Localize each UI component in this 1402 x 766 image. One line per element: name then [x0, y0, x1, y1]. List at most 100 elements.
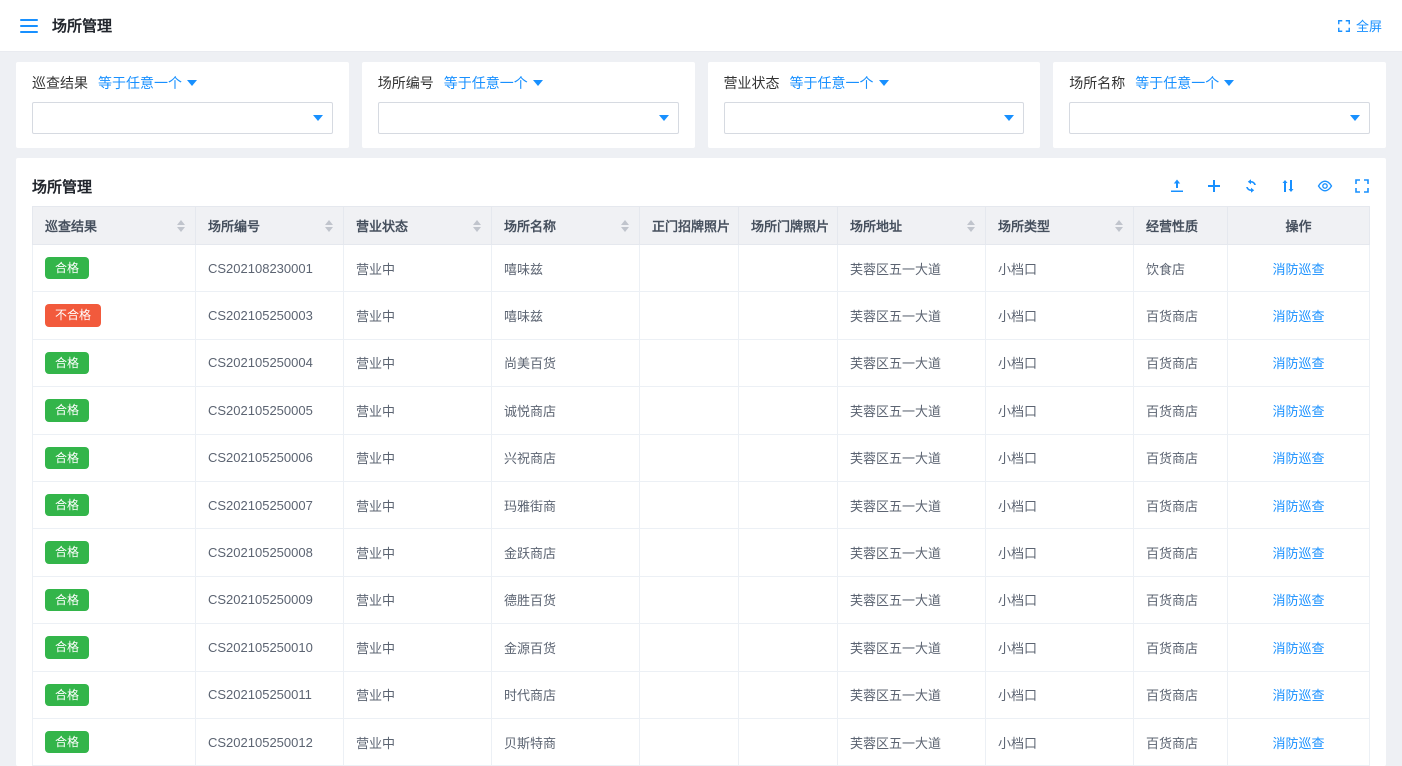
filter-operator-button[interactable]: 等于任意一个: [1135, 73, 1234, 93]
filter-operator-label: 等于任意一个: [790, 73, 874, 93]
table-row: 合格CS202105250006营业中兴祝商店芙蓉区五一大道小档口百货商店消防巡…: [33, 434, 1370, 481]
filter-select-input[interactable]: [724, 102, 1025, 134]
cell-name: 金跃商店: [492, 529, 640, 576]
filter-operator-label: 等于任意一个: [444, 73, 528, 93]
panel-title: 场所管理: [32, 176, 92, 197]
cell-status: 营业中: [344, 624, 492, 671]
filter-card: 营业状态 等于任意一个: [708, 62, 1041, 148]
cell-front_photo: [640, 671, 739, 718]
filter-select-input[interactable]: [32, 102, 333, 134]
column-header-code[interactable]: 场所编号: [196, 207, 344, 245]
cell-door_photo: [739, 718, 838, 765]
fire-inspection-link[interactable]: 消防巡查: [1272, 593, 1324, 608]
cell-nature: 百货商店: [1134, 387, 1228, 434]
export-icon[interactable]: [1169, 178, 1185, 194]
table-fullscreen-icon[interactable]: [1354, 178, 1370, 194]
fire-inspection-link[interactable]: 消防巡查: [1272, 641, 1324, 656]
fullscreen-button[interactable]: 全屏: [1337, 16, 1382, 35]
cell-type: 小档口: [986, 529, 1134, 576]
column-sort-icon[interactable]: [1115, 220, 1123, 232]
cell-name: 金源百货: [492, 624, 640, 671]
filter-operator-button[interactable]: 等于任意一个: [790, 73, 889, 93]
table-row: 合格CS202105250008营业中金跃商店芙蓉区五一大道小档口百货商店消防巡…: [33, 529, 1370, 576]
inspection-result-badge: 合格: [45, 541, 89, 563]
column-header-label: 操作: [1285, 219, 1311, 234]
menu-toggle-icon[interactable]: [20, 19, 38, 33]
cell-nature: 百货商店: [1134, 339, 1228, 386]
cell-name: 嘻味兹: [492, 292, 640, 339]
cell-code: CS202105250007: [196, 481, 344, 528]
fire-inspection-link[interactable]: 消防巡查: [1272, 309, 1324, 324]
column-header-name[interactable]: 场所名称: [492, 207, 640, 245]
filter-operator-label: 等于任意一个: [98, 73, 182, 93]
column-sort-icon[interactable]: [325, 220, 333, 232]
panel-head: 场所管理: [32, 166, 1370, 206]
inspection-result-badge: 合格: [45, 731, 89, 753]
filter-label: 营业状态: [724, 73, 780, 93]
table-row: 合格CS202105250007营业中玛雅街商芙蓉区五一大道小档口百货商店消防巡…: [33, 481, 1370, 528]
filter-card: 场所名称 等于任意一个: [1053, 62, 1386, 148]
table-wrap: 巡查结果场所编号营业状态场所名称正门招牌照片场所门牌照片场所地址场所类型经营性质…: [32, 206, 1370, 766]
fire-inspection-link[interactable]: 消防巡查: [1272, 404, 1324, 419]
filter-head: 场所编号 等于任意一个: [378, 73, 679, 93]
column-header-result[interactable]: 巡查结果: [33, 207, 196, 245]
fire-inspection-link[interactable]: 消防巡查: [1272, 262, 1324, 277]
cell-action: 消防巡查: [1228, 292, 1370, 339]
cell-action: 消防巡查: [1228, 529, 1370, 576]
filter-operator-button[interactable]: 等于任意一个: [444, 73, 543, 93]
inspection-result-badge: 合格: [45, 257, 89, 279]
filter-operator-label: 等于任意一个: [1135, 73, 1219, 93]
cell-door_photo: [739, 434, 838, 481]
cell-code: CS202108230001: [196, 245, 344, 292]
cell-result: 合格: [33, 434, 196, 481]
caret-down-icon: [533, 80, 543, 86]
fire-inspection-link[interactable]: 消防巡查: [1272, 546, 1324, 561]
add-icon[interactable]: [1206, 178, 1222, 194]
filter-card: 场所编号 等于任意一个: [362, 62, 695, 148]
cell-code: CS202105250009: [196, 576, 344, 623]
column-sort-icon[interactable]: [967, 220, 975, 232]
cell-address: 芙蓉区五一大道: [838, 624, 986, 671]
column-header-type[interactable]: 场所类型: [986, 207, 1134, 245]
column-header-door_photo: 场所门牌照片: [739, 207, 838, 245]
cell-status: 营业中: [344, 292, 492, 339]
table-row: 合格CS202108230001营业中嘻味兹芙蓉区五一大道小档口饮食店消防巡查: [33, 245, 1370, 292]
cell-address: 芙蓉区五一大道: [838, 576, 986, 623]
fire-inspection-link[interactable]: 消防巡查: [1272, 356, 1324, 371]
sort-icon[interactable]: [1280, 178, 1296, 194]
column-header-status[interactable]: 营业状态: [344, 207, 492, 245]
column-sort-icon[interactable]: [473, 220, 481, 232]
filter-select-input[interactable]: [378, 102, 679, 134]
fire-inspection-link[interactable]: 消防巡查: [1272, 736, 1324, 751]
table-row: 合格CS202105250005营业中诚悦商店芙蓉区五一大道小档口百货商店消防巡…: [33, 387, 1370, 434]
filter-select-input[interactable]: [1069, 102, 1370, 134]
column-header-label: 营业状态: [356, 219, 408, 234]
fire-inspection-link[interactable]: 消防巡查: [1272, 688, 1324, 703]
column-sort-icon[interactable]: [177, 220, 185, 232]
column-header-front_photo: 正门招牌照片: [640, 207, 739, 245]
cell-name: 尚美百货: [492, 339, 640, 386]
column-header-address[interactable]: 场所地址: [838, 207, 986, 245]
chevron-down-icon[interactable]: [1350, 115, 1360, 121]
fire-inspection-link[interactable]: 消防巡查: [1272, 499, 1324, 514]
cell-result: 合格: [33, 245, 196, 292]
cell-action: 消防巡查: [1228, 434, 1370, 481]
refresh-icon[interactable]: [1243, 178, 1259, 194]
visibility-icon[interactable]: [1317, 178, 1333, 194]
cell-front_photo: [640, 576, 739, 623]
cell-type: 小档口: [986, 481, 1134, 528]
cell-action: 消防巡查: [1228, 339, 1370, 386]
chevron-down-icon[interactable]: [1004, 115, 1014, 121]
column-sort-icon[interactable]: [621, 220, 629, 232]
cell-status: 营业中: [344, 245, 492, 292]
inspection-result-badge: 合格: [45, 589, 89, 611]
cell-door_photo: [739, 624, 838, 671]
chevron-down-icon[interactable]: [659, 115, 669, 121]
filter-operator-button[interactable]: 等于任意一个: [98, 73, 197, 93]
cell-result: 合格: [33, 529, 196, 576]
cell-address: 芙蓉区五一大道: [838, 434, 986, 481]
cell-door_photo: [739, 387, 838, 434]
chevron-down-icon[interactable]: [313, 115, 323, 121]
fire-inspection-link[interactable]: 消防巡查: [1272, 451, 1324, 466]
table-row: 合格CS202105250012营业中贝斯特商芙蓉区五一大道小档口百货商店消防巡…: [33, 718, 1370, 765]
